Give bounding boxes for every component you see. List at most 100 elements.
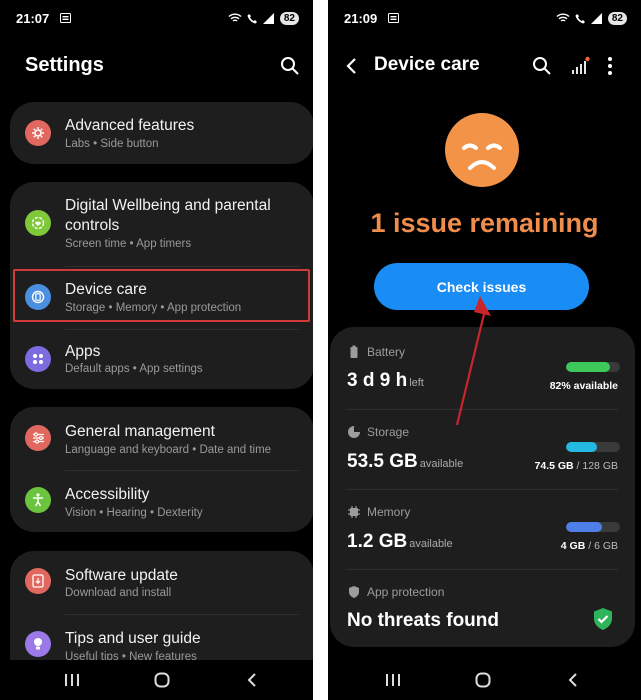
recent-apps-icon[interactable] — [383, 670, 403, 690]
settings-item-title: General management — [65, 423, 215, 440]
memory-unit: available — [409, 538, 453, 550]
battery-icon — [347, 345, 361, 359]
more-options-icon[interactable] — [598, 54, 622, 78]
storage-icon — [347, 425, 361, 439]
battery-value: 3 d 9 h — [347, 370, 408, 391]
divider — [347, 569, 618, 570]
device-care-screen: 21:09 82 Device care 1 issue remaining C… — [328, 0, 641, 700]
call-icon — [575, 13, 586, 24]
battery-indicator: 82 — [607, 11, 627, 25]
settings-item-subtitle: Labs • Side button — [65, 138, 159, 150]
page-title: Device care — [374, 54, 480, 75]
memory-level-fill — [566, 522, 603, 532]
digital-wellbeing-icon — [25, 210, 51, 236]
status-time: 21:07 — [16, 10, 50, 26]
memory-available: 1.2 GB available — [347, 531, 453, 553]
divider — [65, 266, 299, 267]
gallery-notification-icon — [388, 13, 400, 23]
memory-label: Memory — [367, 505, 411, 519]
battery-level-fill — [566, 362, 611, 372]
memory-used: 4 GB — [560, 540, 586, 552]
memory-usage-text: 4 GB / 6 GB — [561, 540, 618, 552]
settings-item-general-management[interactable]: General management Language and keyboard… — [10, 407, 313, 469]
device-care-summary: Battery 3 d 9 h left 82% available Storag… — [330, 327, 635, 647]
storage-level-fill — [566, 442, 598, 452]
battery-label: Battery — [367, 345, 406, 359]
storage-usage-text: 74.5 GB / 128 GB — [535, 460, 618, 472]
settings-item-subtitle: Vision • Hearing • Dexterity — [65, 507, 203, 519]
settings-item-title: Apps — [65, 343, 101, 360]
recent-apps-icon[interactable] — [62, 670, 82, 690]
settings-item-subtitle: Default apps • App settings — [65, 363, 203, 375]
memory-chip-icon — [347, 505, 361, 519]
memory-total: / 6 GB — [588, 540, 618, 552]
battery-indicator: 82 — [279, 11, 299, 25]
divider — [347, 489, 618, 490]
settings-item-advanced-features[interactable]: Advanced features Labs • Side button — [10, 102, 313, 164]
settings-group-advanced: Advanced features Labs • Side button — [10, 102, 313, 164]
app-protection-status: No threats found — [347, 610, 499, 631]
issue-status-text: 1 issue remaining — [370, 208, 599, 238]
search-icon[interactable] — [530, 54, 554, 78]
battery-level-bar — [566, 362, 620, 372]
apps-icon — [25, 346, 51, 372]
battery-available-text: 82% available — [549, 380, 618, 392]
memory-level-bar — [566, 522, 620, 532]
software-update-icon — [25, 568, 51, 594]
home-icon[interactable] — [473, 670, 493, 690]
status-bar: 21:09 82 — [344, 8, 627, 28]
settings-item-subtitle: Language and keyboard • Date and time — [65, 444, 272, 456]
storage-used: 74.5 GB — [534, 460, 574, 472]
settings-item-apps[interactable]: Apps Default apps • App settings — [10, 330, 313, 388]
settings-item-subtitle: Screen time • App timers — [65, 238, 192, 250]
general-management-icon — [25, 425, 51, 451]
settings-item-title: Software update — [65, 567, 178, 584]
settings-item-software-update[interactable]: Software update Download and install — [10, 551, 313, 613]
memory-value: 1.2 GB — [347, 531, 408, 552]
signal-icon — [262, 12, 275, 24]
divider — [347, 409, 618, 410]
settings-item-digital-wellbeing[interactable]: Digital Wellbeing and parental controls … — [10, 182, 313, 266]
storage-value: 53.5 GB — [347, 451, 418, 472]
page-title: Settings — [25, 54, 104, 76]
navigation-bar — [328, 660, 641, 700]
storage-label: Storage — [367, 425, 410, 439]
signal-chart-icon[interactable] — [568, 54, 592, 78]
status-time: 21:09 — [344, 10, 378, 26]
storage-unit: available — [419, 458, 464, 470]
settings-group-general: General management Language and keyboard… — [10, 407, 313, 532]
settings-item-title: Accessibility — [65, 486, 150, 503]
settings-screen: 21:07 82 Settings Advanced features Labs… — [0, 0, 313, 700]
signal-icon — [590, 12, 603, 24]
advanced-features-icon — [25, 120, 51, 146]
sad-face-icon — [444, 112, 520, 188]
check-issues-button[interactable]: Check issues — [374, 263, 589, 310]
settings-item-title: Digital Wellbeing and parental controls — [65, 197, 271, 234]
settings-item-subtitle: Download and install — [65, 587, 172, 599]
tips-bulb-icon — [25, 631, 51, 657]
settings-item-accessibility[interactable]: Accessibility Vision • Hearing • Dexteri… — [10, 471, 313, 531]
battery-time-left: 3 d 9 h left — [347, 370, 424, 392]
back-icon[interactable] — [242, 670, 262, 690]
home-icon[interactable] — [152, 670, 172, 690]
back-arrow-icon[interactable] — [340, 54, 364, 78]
wifi-icon — [556, 13, 570, 23]
wifi-icon — [228, 13, 242, 23]
storage-available: 53.5 GB available — [347, 451, 463, 473]
battery-unit: left — [409, 377, 424, 389]
search-icon[interactable] — [278, 54, 302, 78]
call-icon — [247, 13, 258, 24]
settings-item-title: Tips and user guide — [65, 630, 201, 647]
shield-check-icon — [592, 607, 614, 631]
storage-level-bar — [566, 442, 620, 452]
settings-item-title: Advanced features — [65, 117, 195, 134]
app-protection-label: App protection — [367, 585, 445, 599]
accessibility-icon — [25, 487, 51, 513]
storage-total: / 128 GB — [576, 460, 618, 472]
back-icon[interactable] — [563, 670, 583, 690]
gallery-notification-icon — [60, 13, 72, 23]
app-protection-icon — [347, 585, 361, 599]
navigation-bar — [0, 660, 313, 700]
status-bar: 21:07 82 — [16, 8, 299, 28]
device-care-highlight — [13, 269, 310, 322]
